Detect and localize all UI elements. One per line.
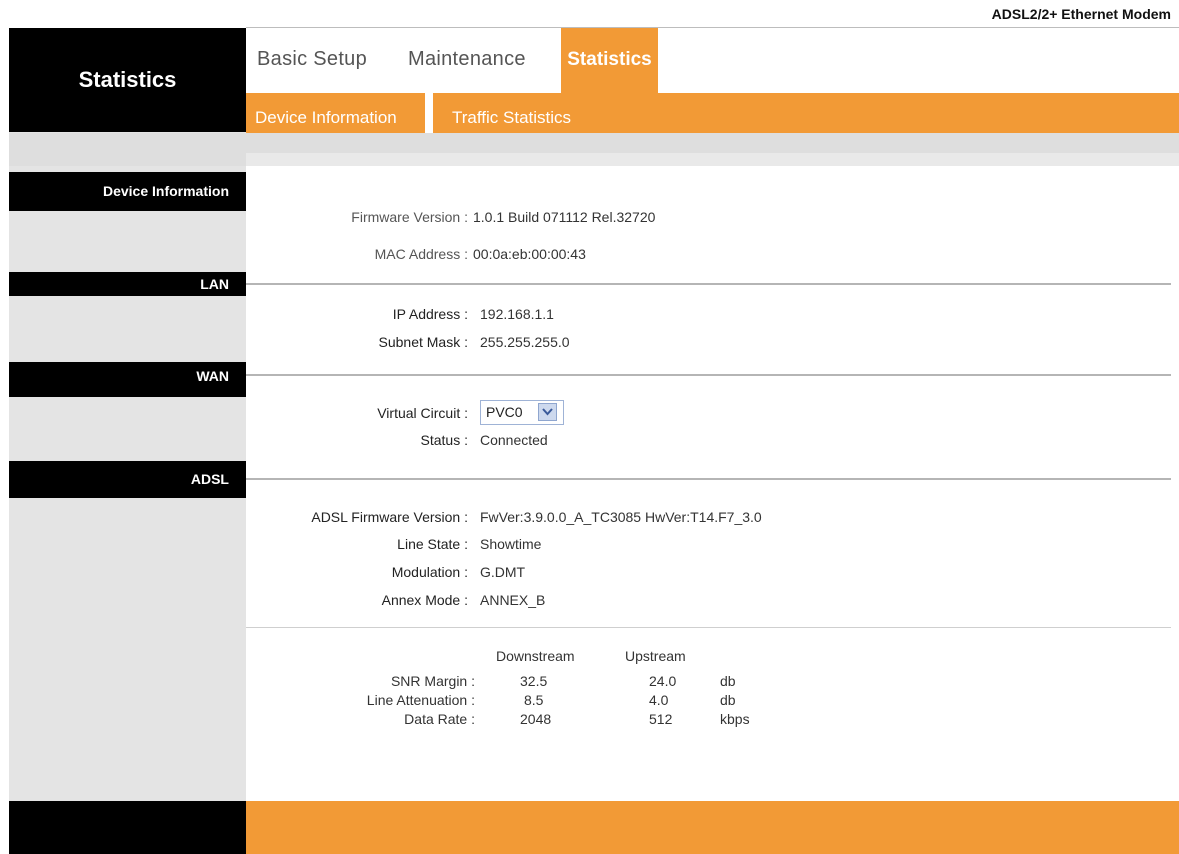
- ip-address-value: 192.168.1.1: [480, 306, 554, 322]
- section-divider-lan: [246, 283, 1171, 285]
- tab-statistics[interactable]: Statistics: [561, 28, 658, 93]
- modulation-value: G.DMT: [480, 564, 526, 580]
- annex-mode-value: ANNEX_B: [480, 592, 546, 608]
- section-divider-adsl: [246, 478, 1171, 480]
- downstream-header: Downstream: [496, 648, 575, 664]
- subnet-mask-value: 255.255.255.0: [480, 334, 570, 350]
- page-logo: Statistics: [9, 28, 246, 132]
- firmware-version-label: Firmware Version :: [351, 209, 468, 225]
- subtab-separator: [425, 93, 433, 133]
- data-rate-down: 2048: [520, 711, 552, 727]
- snr-margin-label: SNR Margin :: [390, 673, 475, 689]
- line-attenuation-label: Line Attenuation :: [366, 692, 475, 708]
- section-lan: LAN: [9, 272, 246, 296]
- subtab-device-information[interactable]: Device Information: [255, 108, 397, 128]
- section-divider-wan: [246, 374, 1171, 376]
- subnet-mask-label: Subnet Mask :: [378, 334, 469, 350]
- line-attenuation-up: 4.0: [649, 692, 669, 708]
- section-wan: WAN: [9, 362, 246, 397]
- mac-address-value: 00:0a:eb:00:00:43: [473, 246, 586, 262]
- snr-margin-up: 24.0: [649, 673, 677, 689]
- modulation-label: Modulation :: [391, 564, 468, 580]
- snr-margin-unit: db: [720, 673, 736, 689]
- header-divider: [246, 27, 1179, 28]
- product-name: ADSL2/2+ Ethernet Modem: [991, 6, 1171, 22]
- virtual-circuit-label: Virtual Circuit :: [377, 405, 468, 421]
- data-rate-unit: kbps: [720, 711, 750, 727]
- annex-mode-label: Annex Mode :: [381, 592, 468, 608]
- snr-margin-down: 32.5: [520, 673, 548, 689]
- subtab-traffic-statistics[interactable]: Traffic Statistics: [452, 108, 571, 128]
- firmware-version-value: 1.0.1 Build 071112 Rel.32720: [473, 209, 656, 225]
- section-device-information: Device Information: [9, 172, 246, 211]
- adsl-firmware-value: FwVer:3.9.0.0_A_TC3085 HwVer:T14.F7_3.0: [480, 509, 762, 525]
- upstream-header: Upstream: [625, 648, 686, 664]
- section-adsl: ADSL: [9, 461, 246, 498]
- line-attenuation-unit: db: [720, 692, 736, 708]
- header-gray-strip-lower: [246, 153, 1179, 166]
- footer-bar: [246, 801, 1179, 854]
- line-attenuation-down: 8.5: [524, 692, 544, 708]
- stats-divider: [246, 627, 1171, 628]
- adsl-firmware-label: ADSL Firmware Version :: [311, 509, 468, 525]
- mac-address-label: MAC Address :: [374, 246, 468, 262]
- virtual-circuit-selected: PVC0: [486, 404, 523, 420]
- line-state-value: Showtime: [480, 536, 542, 552]
- line-state-label: Line State :: [397, 536, 468, 552]
- chevron-down-icon[interactable]: [538, 403, 557, 421]
- ip-address-label: IP Address :: [392, 306, 468, 322]
- tab-maintenance[interactable]: Maintenance: [408, 48, 526, 71]
- footer-left: [9, 801, 246, 854]
- data-rate-label: Data Rate :: [404, 711, 475, 727]
- tab-basic-setup[interactable]: Basic Setup: [257, 48, 367, 71]
- data-rate-up: 512: [649, 711, 673, 727]
- status-label: Status :: [420, 432, 468, 448]
- status-value: Connected: [480, 432, 548, 448]
